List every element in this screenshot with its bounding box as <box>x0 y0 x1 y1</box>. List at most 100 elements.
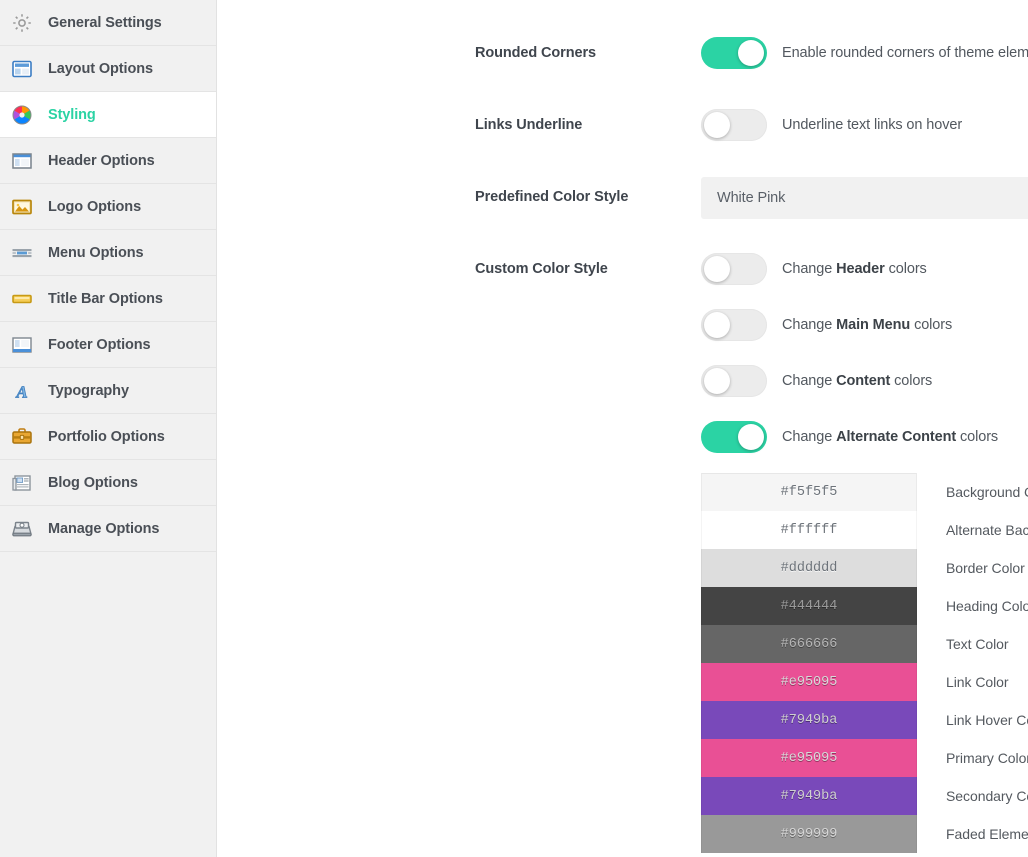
color-hex-value: #e95095 <box>780 750 838 766</box>
color-row: #7949ba Secondary Color <box>701 777 1028 815</box>
color-swatch-field[interactable]: #7949ba <box>701 777 917 815</box>
title-bar-icon <box>10 287 34 311</box>
field-label-custom-color-style: Custom Color Style <box>475 261 608 277</box>
color-row: #e95095 Primary Color <box>701 739 1028 777</box>
color-swatch-field[interactable]: #999999 <box>701 815 917 853</box>
color-wheel-icon <box>10 103 34 127</box>
sidebar-item-label: Menu Options <box>48 244 144 261</box>
disk-drive-icon <box>10 517 34 541</box>
color-row: #444444 Heading Color <box>701 587 1028 625</box>
sidebar-item-label: Title Bar Options <box>48 290 163 307</box>
toggle-knob <box>704 312 730 338</box>
change-header-colors-toggle[interactable] <box>701 253 767 285</box>
field-label-rounded-corners: Rounded Corners <box>475 45 596 61</box>
newspaper-icon <box>10 471 34 495</box>
sidebar-item-label: Portfolio Options <box>48 428 165 445</box>
predefined-color-style-select[interactable]: White Pink <box>701 177 1028 219</box>
color-field-label: Text Color <box>946 636 1009 652</box>
menu-lines-icon <box>10 241 34 265</box>
color-field-label: Link Hover Color <box>946 712 1028 728</box>
custom-toggle-alternate-content-line: Change Alternate Content colors <box>701 421 998 453</box>
color-swatch-field[interactable]: #ffffff <box>701 511 917 549</box>
sidebar-item-label: Footer Options <box>48 336 151 353</box>
color-row: #999999 Faded Elements Color <box>701 815 1028 853</box>
color-swatch-field[interactable]: #444444 <box>701 587 917 625</box>
color-swatch-field[interactable]: #7949ba <box>701 701 917 739</box>
color-row: #7949ba Link Hover Color <box>701 701 1028 739</box>
sidebar-item-title-bar-options[interactable]: Title Bar Options <box>0 276 216 322</box>
links-underline-toggle-line: Underline text links on hover <box>701 109 962 141</box>
sidebar-item-portfolio-options[interactable]: Portfolio Options <box>0 414 216 460</box>
color-swatch-field[interactable]: #dddddd <box>701 549 917 587</box>
color-row: #e95095 Link Color <box>701 663 1028 701</box>
color-hex-value: #ffffff <box>780 522 838 538</box>
color-field-label: Faded Elements Color <box>946 826 1028 842</box>
color-row: #f5f5f5 Background Color <box>701 473 1028 511</box>
toggle-knob <box>738 40 764 66</box>
toggle-knob <box>704 256 730 282</box>
sidebar-nav: General Settings Layout Options Styling Hea… <box>0 0 217 857</box>
custom-toggle-main-menu-line: Change Main Menu colors <box>701 309 952 341</box>
color-row: #ffffff Alternate Background Color <box>701 511 1028 549</box>
sidebar-item-label: Typography <box>48 382 129 399</box>
footer-layout-icon <box>10 333 34 357</box>
links-underline-toggle[interactable] <box>701 109 767 141</box>
toggle-knob <box>704 112 730 138</box>
color-field-label: Border Color <box>946 560 1025 576</box>
toggle-knob <box>738 424 764 450</box>
color-field-label: Alternate Background Color <box>946 522 1028 538</box>
letter-a-icon: A <box>10 379 34 403</box>
svg-text:A: A <box>15 382 27 401</box>
sidebar-item-footer-options[interactable]: Footer Options <box>0 322 216 368</box>
color-field-label: Background Color <box>946 484 1028 500</box>
gear-icon <box>10 11 34 35</box>
sidebar-item-general-settings[interactable]: General Settings <box>0 0 216 46</box>
change-alternate-content-colors-toggle[interactable] <box>701 421 767 453</box>
color-swatch-field[interactable]: #e95095 <box>701 739 917 777</box>
custom-toggle-content-line: Change Content colors <box>701 365 932 397</box>
color-field-label: Heading Color <box>946 598 1028 614</box>
color-hex-value: #f5f5f5 <box>780 485 838 500</box>
sidebar-item-label: General Settings <box>48 14 162 31</box>
sidebar-item-label: Header Options <box>48 152 155 169</box>
change-main-menu-colors-toggle[interactable] <box>701 309 767 341</box>
color-swatch-list: #f5f5f5 Background Color #ffffff Alternate … <box>701 473 1028 853</box>
rounded-corners-toggle[interactable] <box>701 37 767 69</box>
sidebar-item-label: Styling <box>48 106 96 123</box>
custom-toggle-header-line: Change Header colors <box>701 253 927 285</box>
color-row: #dddddd Border Color <box>701 549 1028 587</box>
header-layout-icon <box>10 149 34 173</box>
settings-page: General Settings Layout Options Styling Hea… <box>0 0 1028 857</box>
change-content-colors-label: Change Content colors <box>782 373 933 389</box>
color-swatch-field[interactable]: #666666 <box>701 625 917 663</box>
sidebar-item-typography[interactable]: A Typography <box>0 368 216 414</box>
sidebar-item-label: Manage Options <box>48 520 160 537</box>
color-row: #666666 Text Color <box>701 625 1028 663</box>
change-content-colors-toggle[interactable] <box>701 365 767 397</box>
color-hex-value: #7949ba <box>780 712 838 728</box>
color-hex-value: #dddddd <box>780 560 838 576</box>
color-hex-value: #999999 <box>780 826 838 842</box>
sidebar-item-layout-options[interactable]: Layout Options <box>0 46 216 92</box>
sidebar-item-label: Blog Options <box>48 474 138 491</box>
layout-icon <box>10 57 34 81</box>
sidebar-item-label: Layout Options <box>48 60 153 77</box>
color-swatch-field[interactable]: #e95095 <box>701 663 917 701</box>
field-label-links-underline: Links Underline <box>475 117 583 133</box>
sidebar-item-styling[interactable]: Styling <box>0 92 216 138</box>
change-alternate-content-colors-label: Change Alternate Content colors <box>782 429 999 445</box>
sidebar-item-menu-options[interactable]: Menu Options <box>0 230 216 276</box>
sidebar-item-blog-options[interactable]: Blog Options <box>0 460 216 506</box>
sidebar-item-manage-options[interactable]: Manage Options <box>0 506 216 552</box>
color-field-label: Link Color <box>946 674 1009 690</box>
color-field-label: Secondary Color <box>946 788 1028 804</box>
sidebar-item-header-options[interactable]: Header Options <box>0 138 216 184</box>
color-swatch-field[interactable]: #f5f5f5 <box>701 473 917 511</box>
predefined-color-style-value: White Pink <box>717 190 786 206</box>
color-hex-value: #444444 <box>780 598 838 614</box>
color-hex-value: #666666 <box>780 636 838 652</box>
change-header-colors-label: Change Header colors <box>782 261 927 277</box>
sidebar-item-logo-options[interactable]: Logo Options <box>0 184 216 230</box>
color-hex-value: #7949ba <box>780 788 838 804</box>
links-underline-description: Underline text links on hover <box>782 117 963 133</box>
